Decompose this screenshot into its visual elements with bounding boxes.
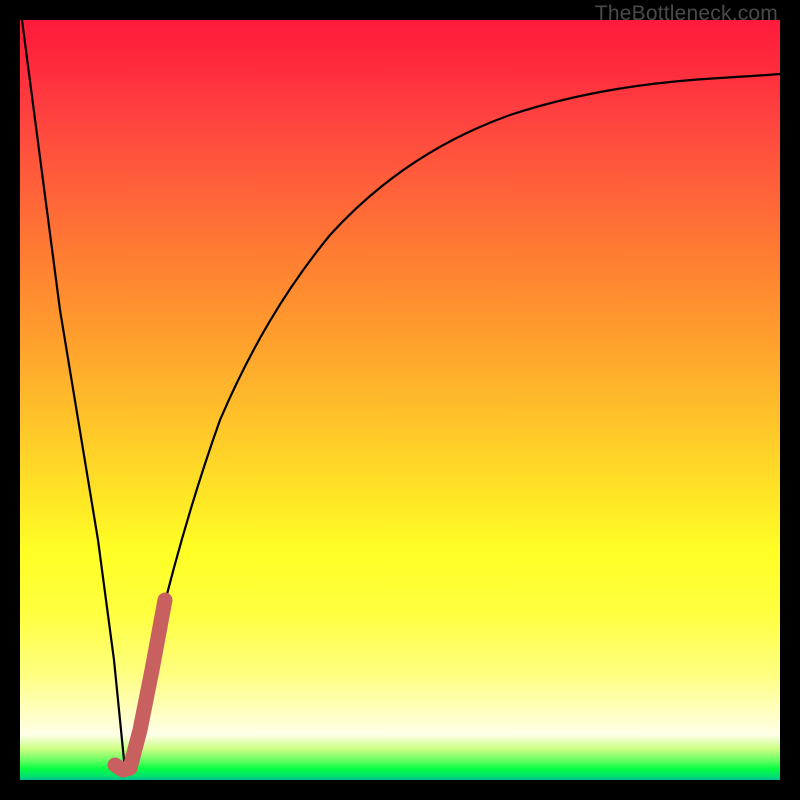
bottleneck-curve-right	[127, 74, 780, 772]
curve-layer	[20, 20, 780, 780]
bottleneck-curve-left	[22, 20, 127, 772]
plot-area	[20, 20, 780, 780]
chart-canvas: TheBottleneck.com	[0, 0, 800, 800]
watermark-text: TheBottleneck.com	[595, 2, 778, 26]
